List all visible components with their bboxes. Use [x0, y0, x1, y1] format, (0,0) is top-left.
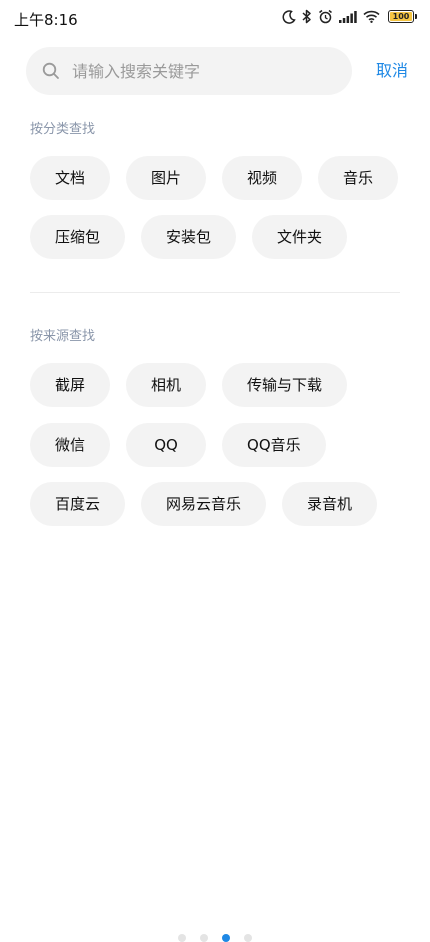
- source-row-1: 截屏 相机 传输与下载: [30, 363, 348, 407]
- status-time: 上午8:16: [14, 11, 78, 29]
- source-chip-qq-music[interactable]: QQ音乐: [222, 423, 326, 467]
- source-chip-wechat[interactable]: 微信: [30, 423, 111, 467]
- category-row-2: 压缩包 安装包 文件夹: [30, 215, 348, 259]
- status-bar: 上午8:16 100: [0, 0, 430, 38]
- alarm-icon: [319, 9, 332, 24]
- source-chip-qq[interactable]: QQ: [126, 423, 207, 467]
- search-input[interactable]: [72, 47, 342, 95]
- battery-level: 100: [392, 11, 410, 21]
- source-chip-screenshots[interactable]: 截屏: [30, 363, 111, 407]
- category-chip-documents[interactable]: 文档: [30, 156, 111, 200]
- source-row-3: 百度云 网易云音乐 录音机: [30, 482, 378, 526]
- page-dot: [244, 934, 252, 942]
- category-chip-installers[interactable]: 安装包: [141, 215, 237, 259]
- source-chip-camera[interactable]: 相机: [126, 363, 207, 407]
- category-row-1: 文档 图片 视频 音乐: [30, 156, 399, 200]
- category-section-title: 按分类查找: [30, 122, 96, 137]
- status-icons: 100: [282, 9, 417, 24]
- source-chip-recorder[interactable]: 录音机: [282, 482, 378, 526]
- source-chip-transfer-download[interactable]: 传输与下载: [222, 363, 348, 407]
- page-dot: [200, 934, 208, 942]
- wifi-icon: [363, 10, 380, 23]
- battery-icon: 100: [388, 10, 417, 23]
- category-chip-archives[interactable]: 压缩包: [30, 215, 126, 259]
- category-chip-music[interactable]: 音乐: [318, 156, 399, 200]
- source-chip-baidu-cloud[interactable]: 百度云: [30, 482, 126, 526]
- section-divider: [30, 292, 400, 293]
- category-chip-videos[interactable]: 视频: [222, 156, 303, 200]
- search-icon: [42, 62, 59, 79]
- category-chip-folders[interactable]: 文件夹: [252, 215, 348, 259]
- search-box[interactable]: [26, 47, 352, 95]
- cancel-button[interactable]: 取消: [376, 47, 408, 95]
- page-dot: [178, 934, 186, 942]
- moon-icon: [282, 9, 296, 24]
- category-chip-images[interactable]: 图片: [126, 156, 207, 200]
- source-row-2: 微信 QQ QQ音乐: [30, 423, 326, 467]
- bluetooth-icon: [302, 9, 311, 24]
- signal-icon: [339, 10, 357, 23]
- source-section-title: 按来源查找: [30, 329, 96, 344]
- source-chip-netease-music[interactable]: 网易云音乐: [141, 482, 267, 526]
- search-row: 取消: [26, 47, 416, 95]
- page-dot-active: [222, 934, 230, 942]
- page-indicator: [0, 934, 430, 942]
